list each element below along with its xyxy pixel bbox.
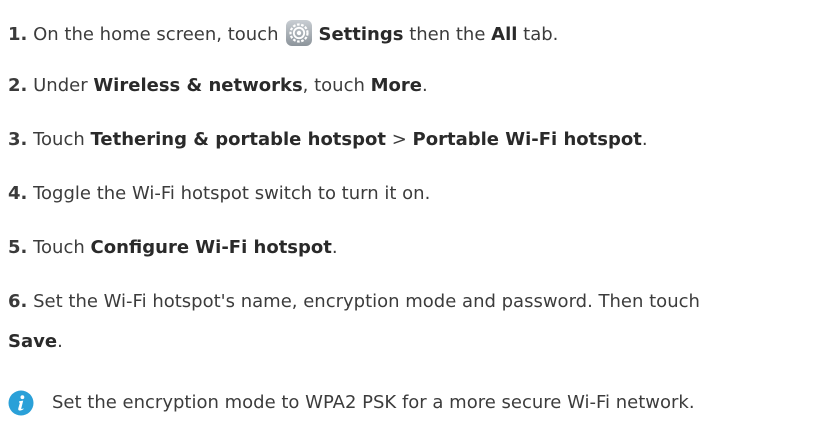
step-6-continued: Save. xyxy=(8,330,63,354)
bold-term: Configure Wi-Fi hotspot xyxy=(90,237,332,258)
bold-term: Tethering & portable hotspot xyxy=(90,129,386,150)
step-number: 6. xyxy=(8,291,28,312)
step-number: 1. xyxy=(8,24,28,45)
step-text: . xyxy=(57,331,63,352)
step-text: tab. xyxy=(523,24,559,45)
step-text: Toggle the Wi-Fi hotspot switch to turn … xyxy=(33,183,431,204)
step-text: Under xyxy=(33,75,88,96)
bold-term: Settings xyxy=(318,24,404,45)
step-text: > xyxy=(391,129,407,150)
step-4: 4. Toggle the Wi-Fi hotspot switch to tu… xyxy=(8,182,430,206)
info-icon xyxy=(8,390,34,416)
bold-term: More xyxy=(370,75,423,96)
bold-term: Wireless & networks xyxy=(93,75,303,96)
step-text: . xyxy=(422,75,428,96)
step-3: 3. Touch Tethering & portable hotspot > … xyxy=(8,128,648,152)
bold-term: Save xyxy=(8,331,58,352)
step-6: 6. Set the Wi-Fi hotspot's name, encrypt… xyxy=(8,290,700,314)
step-text: . xyxy=(641,129,648,150)
step-5: 5. Touch Configure Wi-Fi hotspot. xyxy=(8,236,338,260)
step-text: then the xyxy=(409,24,486,45)
bold-term: Portable Wi-Fi hotspot xyxy=(412,129,642,150)
tip-note: Set the encryption mode to WPA2 PSK for … xyxy=(8,390,695,416)
step-text: . xyxy=(331,237,338,258)
tip-text: Set the encryption mode to WPA2 PSK for … xyxy=(52,392,695,413)
step-number: 4. xyxy=(8,183,28,204)
step-text: Touch xyxy=(33,129,85,150)
step-2: 2. Under Wireless & networks, touch More… xyxy=(8,74,428,98)
step-number: 3. xyxy=(8,129,28,150)
step-1: 1. On the home screen, touch Settings the… xyxy=(8,20,558,47)
step-text: Set the Wi-Fi hotspot's name, encryption… xyxy=(33,291,700,312)
step-text: Touch xyxy=(33,237,85,258)
step-text: , touch xyxy=(302,75,365,96)
step-number: 5. xyxy=(8,237,28,258)
settings-gear-icon xyxy=(286,20,313,46)
step-number: 2. xyxy=(8,75,28,96)
bold-term: All xyxy=(491,24,518,45)
step-text: On the home screen, touch xyxy=(33,24,279,45)
